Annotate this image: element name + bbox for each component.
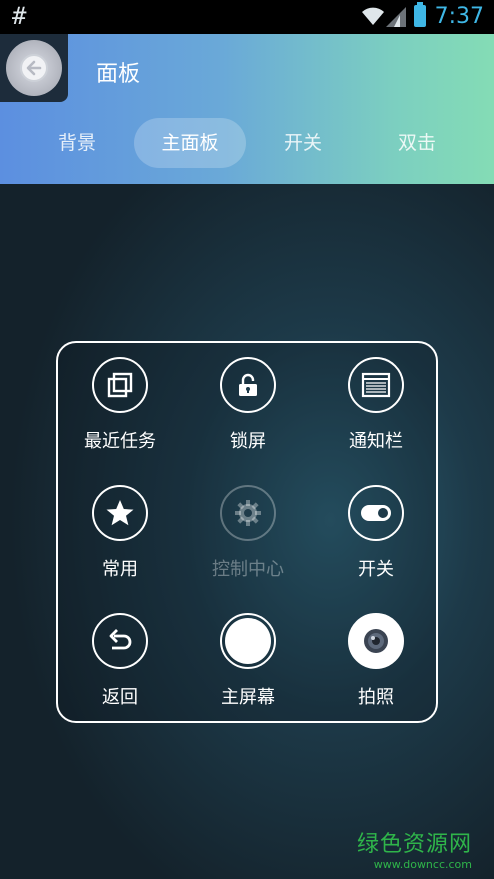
tab-double-tap[interactable]: 双击	[376, 118, 458, 168]
page-title: 面板	[96, 62, 141, 87]
panel-item-label: 控制中心	[212, 559, 284, 580]
panel-item-take-photo[interactable]: 拍照	[316, 599, 436, 711]
camera-icon	[348, 613, 404, 669]
notification-bar-icon	[348, 357, 404, 413]
back-arrow-icon	[26, 60, 42, 76]
battery-icon	[414, 2, 426, 27]
panel-item-label: 主屏幕	[221, 687, 275, 708]
panel-item-control-center[interactable]: 控制中心	[188, 471, 308, 583]
header: 面板 背景 主面板 开关 双击	[0, 34, 494, 184]
undo-arrow-icon	[92, 613, 148, 669]
gear-icon	[220, 485, 276, 541]
lock-icon	[220, 357, 276, 413]
panel-item-label: 常用	[102, 559, 138, 580]
wifi-icon	[362, 6, 384, 30]
back-button-core	[20, 54, 48, 82]
panel-item-switch[interactable]: 开关	[316, 471, 436, 583]
back-button-ring	[6, 40, 62, 96]
home-circle-icon	[220, 613, 276, 669]
star-icon	[92, 485, 148, 541]
panel-item-label: 锁屏	[230, 431, 266, 452]
status-time: 7:37	[434, 4, 484, 29]
panel-item-home-screen[interactable]: 主屏幕	[188, 599, 308, 711]
toggle-icon	[348, 485, 404, 541]
watermark-title: 绿色资源网	[356, 832, 472, 857]
panel-item-label: 返回	[102, 687, 138, 708]
tab-background[interactable]: 背景	[36, 118, 118, 168]
panel-item-label: 通知栏	[349, 431, 403, 452]
panel-item-notification-bar[interactable]: 通知栏	[316, 343, 436, 455]
panel-item-lock-screen[interactable]: 锁屏	[188, 343, 308, 455]
panel-item-label: 拍照	[358, 687, 394, 708]
signal-icon	[386, 7, 406, 31]
panel-item-label: 开关	[358, 559, 394, 580]
panel-item-label: 最近任务	[84, 431, 156, 452]
back-button[interactable]	[0, 34, 68, 102]
status-bar: # 7:37	[0, 0, 494, 34]
tab-bar: 背景 主面板 开关 双击	[0, 118, 494, 170]
floating-panel: 最近任务 锁屏 通知栏 常用 控制中心 开关 返回 主屏幕 拍照	[56, 341, 438, 723]
panel-item-back[interactable]: 返回	[60, 599, 180, 711]
tab-main-panel[interactable]: 主面板	[134, 118, 246, 168]
watermark: 绿色资源网 www.downcc.com	[357, 826, 472, 871]
panel-item-favorites[interactable]: 常用	[60, 471, 180, 583]
status-left-glyph: #	[12, 2, 27, 30]
tab-switch[interactable]: 开关	[262, 118, 344, 168]
watermark-url: www.downcc.com	[373, 858, 472, 871]
recent-tasks-icon	[92, 357, 148, 413]
panel-item-recent-tasks[interactable]: 最近任务	[60, 343, 180, 455]
